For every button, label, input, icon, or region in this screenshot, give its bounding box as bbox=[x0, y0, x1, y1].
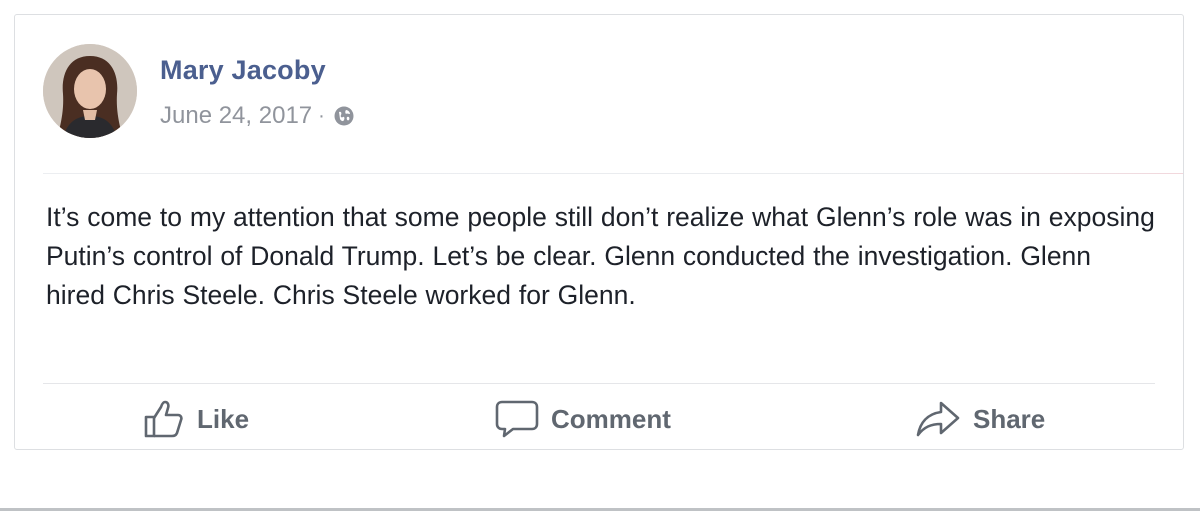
like-label: Like bbox=[197, 403, 250, 434]
speech-bubble-icon bbox=[495, 399, 539, 439]
post-date[interactable]: June 24, 2017 bbox=[160, 102, 312, 130]
post-card: Mary Jacoby June 24, 2017 · It’s come to… bbox=[14, 14, 1184, 450]
bottom-edge-line bbox=[0, 508, 1200, 511]
screenshot-stage: Mary Jacoby June 24, 2017 · It’s come to… bbox=[0, 0, 1200, 517]
thumbs-up-icon bbox=[143, 399, 185, 439]
comment-button[interactable]: Comment bbox=[495, 399, 671, 439]
author-name[interactable]: Mary Jacoby bbox=[160, 55, 326, 86]
share-label: Share bbox=[973, 403, 1046, 434]
like-button[interactable]: Like bbox=[143, 399, 249, 439]
share-button[interactable]: Share bbox=[915, 399, 1045, 439]
post-meta: June 24, 2017 · bbox=[160, 102, 355, 130]
header-divider bbox=[43, 173, 1183, 174]
actions-divider bbox=[43, 383, 1155, 384]
meta-separator: · bbox=[318, 104, 325, 127]
post-body-text: It’s come to my attention that some peop… bbox=[46, 202, 1155, 310]
globe-icon[interactable] bbox=[333, 105, 355, 127]
avatar-photo bbox=[43, 44, 137, 138]
comment-label: Comment bbox=[551, 403, 671, 434]
share-arrow-icon bbox=[915, 399, 961, 439]
avatar[interactable] bbox=[43, 44, 137, 138]
